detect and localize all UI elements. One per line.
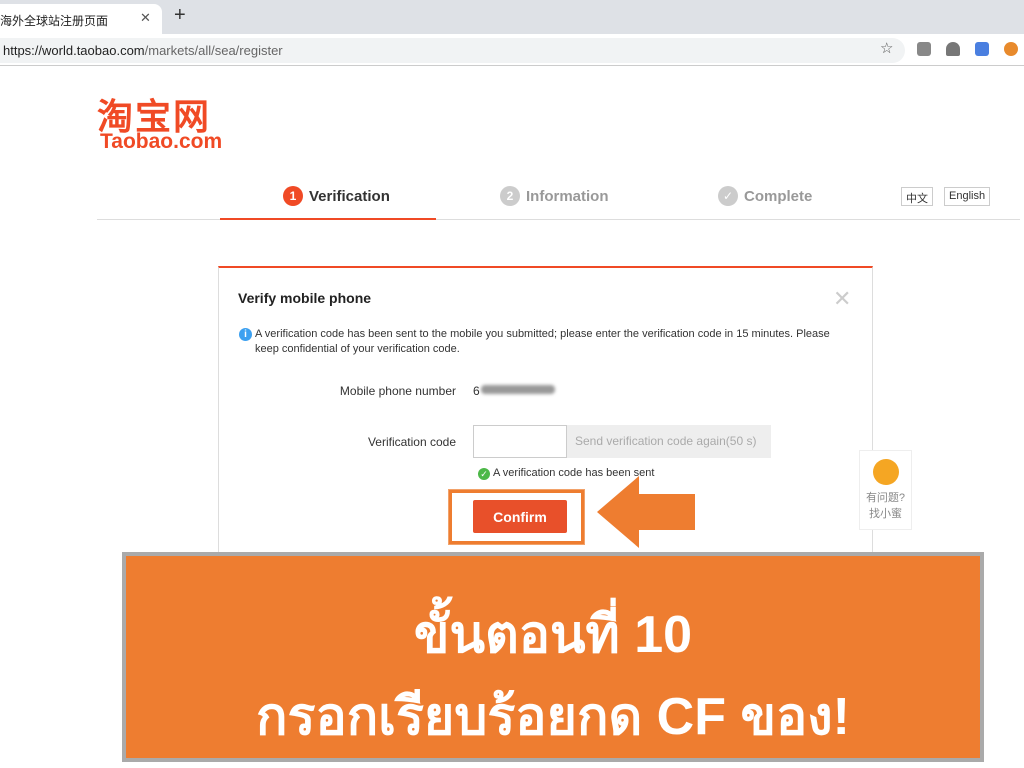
step-number: 2 xyxy=(500,186,520,206)
step-label: Information xyxy=(526,187,609,205)
lang-english-button[interactable]: English xyxy=(944,187,991,206)
info-icon: i xyxy=(239,328,252,341)
url-host: https://world.taobao.com xyxy=(3,43,145,58)
info-message: A verification code has been sent to the… xyxy=(255,328,830,355)
confirm-button[interactable]: Confirm xyxy=(473,500,567,533)
help-text: 找小蜜 xyxy=(869,508,902,520)
translate-extension-icon[interactable] xyxy=(975,42,989,56)
phone-redaction xyxy=(481,385,555,394)
code-label: Verification code xyxy=(367,435,456,449)
lang-chinese-button[interactable]: 中文 xyxy=(901,187,933,206)
banner-line-2: กรอกเรียบร้อยกด CF ของ! xyxy=(256,688,850,746)
step-label: Complete xyxy=(744,187,813,205)
camera-extension-icon[interactable] xyxy=(917,42,931,56)
phone-label: Mobile phone number xyxy=(339,384,456,398)
new-tab-button[interactable]: + xyxy=(174,4,186,27)
step-complete: ✓ Complete xyxy=(718,186,812,206)
instruction-banner: ขั้นตอนที่ 10 กรอกเรียบร้อยกด CF ของ! xyxy=(122,552,984,762)
phone-value: 6 xyxy=(473,384,480,398)
url-path: /markets/all/sea/register xyxy=(144,43,283,58)
step-verification: 1 Verification xyxy=(283,186,390,206)
extension-icon[interactable] xyxy=(1004,42,1018,56)
dialog-title: Verify mobile phone xyxy=(238,290,372,306)
success-check-icon: ✓ xyxy=(478,468,490,480)
tab-close-icon[interactable]: ✕ xyxy=(140,10,151,26)
banner-line-1: ขั้นตอนที่ 10 xyxy=(413,606,693,664)
arrow-left-icon xyxy=(597,476,695,548)
active-step-indicator xyxy=(220,218,436,220)
address-row: https://world.taobao.com/markets/all/sea… xyxy=(0,34,1024,66)
browser-tab[interactable]: 海外全球站注册页面 ✕ xyxy=(0,4,162,34)
bookmark-star-icon[interactable]: ☆ xyxy=(880,39,893,57)
check-icon: ✓ xyxy=(718,186,738,206)
logo-english[interactable]: Taobao.com xyxy=(100,130,222,154)
tab-title: 海外全球站注册页面 xyxy=(0,14,109,28)
tab-bar: 海外全球站注册页面 ✕ + xyxy=(0,0,1024,34)
verify-phone-dialog: Verify mobile phone ✕ i A verification c… xyxy=(218,266,873,566)
help-text: 有问题? xyxy=(865,492,906,504)
resend-code-button[interactable]: Send verification code again(50 s) xyxy=(567,425,771,458)
step-information: 2 Information xyxy=(500,186,609,206)
assistant-icon xyxy=(872,459,899,485)
help-widget[interactable]: 有问题? 找小蜜 xyxy=(859,450,912,530)
step-label: Verification xyxy=(309,187,390,205)
address-bar[interactable]: https://world.taobao.com/markets/all/sea… xyxy=(0,38,905,63)
close-icon[interactable]: ✕ xyxy=(833,286,851,312)
step-number: 1 xyxy=(283,186,303,206)
drive-extension-icon[interactable] xyxy=(946,42,960,56)
verification-code-input[interactable] xyxy=(473,425,567,458)
